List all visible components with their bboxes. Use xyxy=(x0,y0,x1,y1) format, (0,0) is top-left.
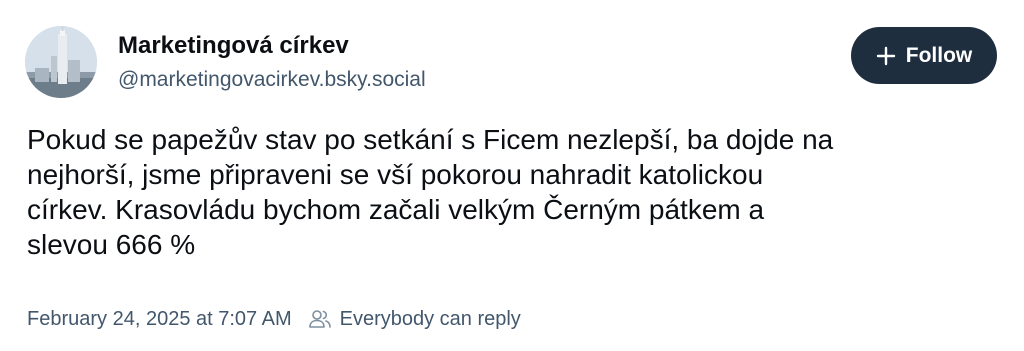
follow-button-label: Follow xyxy=(905,43,973,67)
people-icon xyxy=(308,310,331,328)
post-text-line: církev. Krasovládu bychom začali velkým … xyxy=(27,194,765,225)
author-name[interactable]: Marketingová církev xyxy=(118,30,349,62)
follow-button[interactable]: Follow xyxy=(851,27,997,84)
plus-icon xyxy=(876,46,895,65)
church-tower-avatar-icon xyxy=(25,26,97,98)
post-card: Marketingová církev @marketingovacirkev.… xyxy=(0,0,1024,351)
post-text-line: Pokud se papežův stav po setkání s Ficem… xyxy=(27,124,834,155)
avatar[interactable] xyxy=(25,26,97,98)
post-text-line: slevou 666 % xyxy=(27,229,196,260)
author-handle[interactable]: @marketingovacirkev.bsky.social xyxy=(118,65,426,95)
post-meta: February 24, 2025 at 7:07 AM Everybody c… xyxy=(27,304,521,334)
reply-setting[interactable]: Everybody can reply xyxy=(340,308,521,331)
post-text-line: nejhorší, jsme připraveni se vší pokorou… xyxy=(27,159,764,190)
post-timestamp[interactable]: February 24, 2025 at 7:07 AM xyxy=(27,308,292,331)
post-text: Pokud se papežův stav po setkání s Ficem… xyxy=(27,122,987,262)
